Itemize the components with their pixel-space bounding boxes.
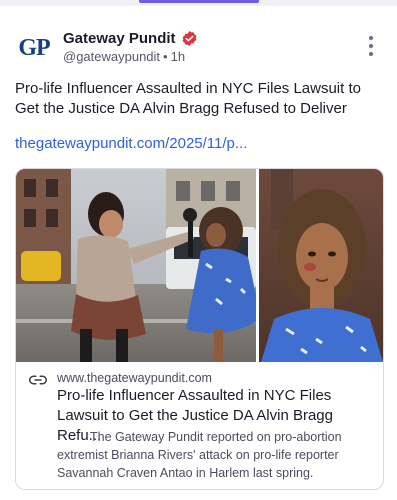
- verified-badge-icon: [182, 31, 196, 46]
- author-row: Gateway Pundit: [63, 30, 198, 47]
- card-body: www.thegatewaypundit.com Pro-life Influe…: [16, 362, 383, 489]
- more-vertical-icon[interactable]: [368, 36, 374, 56]
- meta-separator: •: [163, 49, 168, 64]
- more-dot: [369, 52, 373, 56]
- active-tab-indicator: [139, 0, 259, 3]
- link-preview-card[interactable]: www.thegatewaypundit.com Pro-life Influe…: [15, 168, 384, 490]
- card-domain: www.thegatewaypundit.com: [57, 371, 212, 385]
- author-name[interactable]: Gateway Pundit: [63, 30, 176, 47]
- article-preview-image: [16, 169, 383, 362]
- post-time: 1h: [170, 49, 186, 64]
- more-dot: [369, 36, 373, 40]
- card-description: The Gateway Pundit reported on pro-abort…: [57, 430, 342, 480]
- more-dot: [369, 44, 373, 48]
- avatar-logo-text: GP: [18, 34, 50, 61]
- top-tab-indicator-track: [0, 0, 397, 6]
- author-handle[interactable]: @gatewaypundit: [63, 49, 160, 64]
- post-header: GP Gateway Pundit @gatewaypundit • 1h: [15, 27, 382, 69]
- link-icon: [29, 375, 47, 385]
- post-link[interactable]: thegatewaypundit.com/2025/11/p...: [15, 135, 247, 152]
- avatar[interactable]: GP: [15, 29, 53, 67]
- post-text: Pro-life Influencer Assaulted in NYC Fil…: [15, 80, 361, 117]
- author-meta: @gatewaypundit • 1h: [63, 49, 185, 64]
